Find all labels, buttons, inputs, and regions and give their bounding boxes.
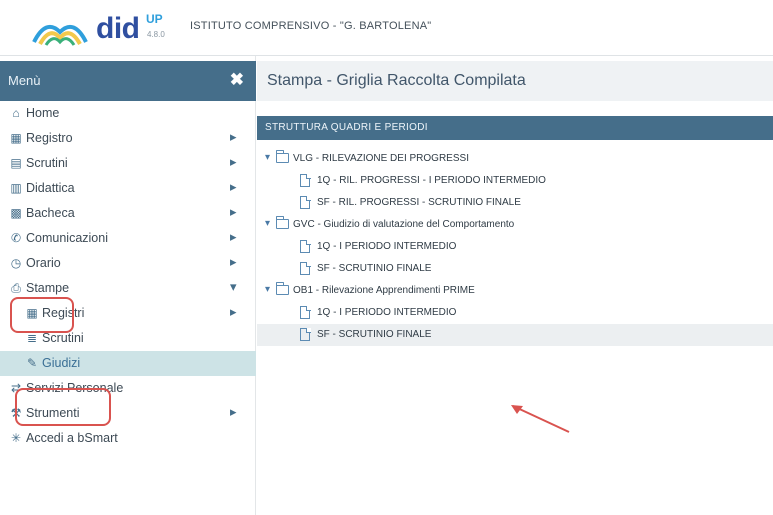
folder-icon xyxy=(275,216,289,229)
edit-icon: ✎ xyxy=(26,356,38,370)
sidebar-item-label: Giudizi xyxy=(42,356,81,370)
megaphone-icon: ✆ xyxy=(10,231,22,245)
chevron-right-icon[interactable]: ▸ xyxy=(230,404,237,420)
sidebar-item-label: Registro xyxy=(26,131,73,145)
tree-node-label: VLG - RILEVAZIONE DEI PROGRESSI xyxy=(293,153,469,164)
page-title: Stampa - Griglia Raccolta Compilata xyxy=(267,72,526,89)
sidebar-item-accedi-a-bsmart[interactable]: ✳ Accedi a bSmart xyxy=(0,426,256,451)
menu-title: Menù xyxy=(8,73,41,88)
logo-text: did xyxy=(96,12,140,45)
sidebar-item-home[interactable]: ⌂ Home xyxy=(0,101,256,126)
tree: ▾ VLG - RILEVAZIONE DEI PROGRESSI 1Q - RIL… xyxy=(257,148,773,346)
school-name: ISTITUTO COMPRENSIVO - "G. BARTOLENA" xyxy=(190,20,432,32)
sidebar-item-orario[interactable]: ◷ Orario ▸ xyxy=(0,251,256,276)
sidebar-item-label: Scrutini xyxy=(26,156,68,170)
sidebar-item-bacheca[interactable]: ▩ Bacheca ▸ xyxy=(0,201,256,226)
sidebar-item-label: Orario xyxy=(26,256,61,270)
annotation-arrow-icon xyxy=(511,405,570,433)
sidebar-item-label: Stampe xyxy=(26,281,70,295)
printer-icon: ⎙ xyxy=(11,281,21,295)
asterisk-icon: ✳ xyxy=(10,431,22,445)
sidebar-item-label: Didattica xyxy=(26,181,75,195)
highlight-stampe xyxy=(10,297,74,333)
sidebar-item-comunicazioni[interactable]: ✆ Comunicazioni ▸ xyxy=(0,226,256,251)
tree-node-label: SF - SCRUTINIO FINALE xyxy=(317,263,432,274)
app-window: did UP 4.8.0 ISTITUTO COMPRENSIVO - "G. … xyxy=(0,0,773,515)
tree-node-label: 1Q - RIL. PROGRESSI - I PERIODO INTERMED… xyxy=(317,175,546,186)
chevron-right-icon[interactable]: ▸ xyxy=(230,204,237,220)
folder-icon xyxy=(275,150,289,163)
sidebar-item-label: Accedi a bSmart xyxy=(26,431,118,445)
folder-icon xyxy=(275,282,289,295)
grid-icon: ▩ xyxy=(10,206,22,220)
logo-version: 4.8.0 xyxy=(147,30,165,39)
tree-document-node[interactable]: 1Q - RIL. PROGRESSI - I PERIODO INTERMED… xyxy=(257,170,773,192)
sidebar-item-giudizi[interactable]: ✎ Giudizi xyxy=(0,351,256,376)
document-icon xyxy=(300,261,311,275)
logo-waves-icon xyxy=(32,24,88,46)
tree-document-node[interactable]: SF - SCRUTINIO FINALE xyxy=(257,258,773,280)
menu-header: Menù ✖ xyxy=(0,61,256,101)
chevron-right-icon[interactable]: ▸ xyxy=(230,254,237,270)
home-icon: ⌂ xyxy=(12,106,20,120)
document-icon xyxy=(300,327,311,341)
chevron-right-icon[interactable]: ▸ xyxy=(230,179,237,195)
section-title: STRUTTURA QUADRI E PERIODI xyxy=(265,122,428,133)
calendar-icon: ▦ xyxy=(10,131,22,145)
tree-node-label: 1Q - I PERIODO INTERMEDIO xyxy=(317,241,457,252)
sidebar-item-didattica[interactable]: ▥ Didattica ▸ xyxy=(0,176,256,201)
clock-icon: ◷ xyxy=(10,256,22,270)
header-bar: did UP 4.8.0 ISTITUTO COMPRENSIVO - "G. … xyxy=(0,0,773,56)
tree-document-node[interactable]: SF - RIL. PROGRESSI - SCRUTINIO FINALE xyxy=(257,192,773,214)
sidebar-item-registro[interactable]: ▦ Registro ▸ xyxy=(0,126,256,151)
chevron-right-icon[interactable]: ▸ xyxy=(230,304,237,320)
chevron-down-icon[interactable]: ▾ xyxy=(230,279,237,295)
tree-folder-node[interactable]: ▾ VLG - RILEVAZIONE DEI PROGRESSI xyxy=(257,148,773,170)
document-icon: ▤ xyxy=(10,156,22,170)
tree-document-node[interactable]: 1Q - I PERIODO INTERMEDIO xyxy=(257,236,773,258)
close-icon[interactable]: ✖ xyxy=(230,70,244,90)
sidebar-item-label: Scrutini xyxy=(42,331,84,345)
expand-toggle-icon[interactable]: ▾ xyxy=(265,284,270,295)
sidebar-item-label: Bacheca xyxy=(26,206,75,220)
document-icon xyxy=(300,173,311,187)
expand-toggle-icon[interactable]: ▾ xyxy=(265,218,270,229)
main-content: Stampa - Griglia Raccolta Compilata STRU… xyxy=(257,56,773,515)
document-icon xyxy=(300,195,311,209)
tree-document-node[interactable]: 1Q - I PERIODO INTERMEDIO xyxy=(257,302,773,324)
tree-document-node[interactable]: SF - SCRUTINIO FINALE xyxy=(257,324,773,346)
tree-folder-node[interactable]: ▾ OB1 - Rilevazione Apprendimenti PRIME xyxy=(257,280,773,302)
document-icon xyxy=(300,239,311,253)
tree-node-label: SF - SCRUTINIO FINALE xyxy=(317,329,432,340)
tree-node-label: GVC - Giudizio di valutazione del Compor… xyxy=(293,219,515,230)
tree-folder-node[interactable]: ▾ GVC - Giudizio di valutazione del Compo… xyxy=(257,214,773,236)
list-icon: ≣ xyxy=(26,331,38,345)
highlight-giudizi xyxy=(15,388,111,426)
logo-superscript: UP xyxy=(146,12,163,26)
sidebar: Menù ✖ ⌂ Home ▦ Registro ▸ ▤ Scrutini ▸ ▥ Didatti… xyxy=(0,56,256,515)
chevron-right-icon[interactable]: ▸ xyxy=(230,154,237,170)
tree-node-label: OB1 - Rilevazione Apprendimenti PRIME xyxy=(293,285,475,296)
section-header: STRUTTURA QUADRI E PERIODI xyxy=(257,116,773,140)
tree-node-label: 1Q - I PERIODO INTERMEDIO xyxy=(317,307,457,318)
chevron-right-icon[interactable]: ▸ xyxy=(230,129,237,145)
chevron-right-icon[interactable]: ▸ xyxy=(230,229,237,245)
page-title-bar: Stampa - Griglia Raccolta Compilata xyxy=(257,61,773,101)
book-icon: ▥ xyxy=(10,181,22,195)
document-icon xyxy=(300,305,311,319)
sidebar-item-label: Home xyxy=(26,106,60,120)
sidebar-item-scrutini[interactable]: ▤ Scrutini ▸ xyxy=(0,151,256,176)
tree-node-label: SF - RIL. PROGRESSI - SCRUTINIO FINALE xyxy=(317,197,521,208)
sidebar-item-label: Comunicazioni xyxy=(26,231,108,245)
expand-toggle-icon[interactable]: ▾ xyxy=(265,152,270,163)
